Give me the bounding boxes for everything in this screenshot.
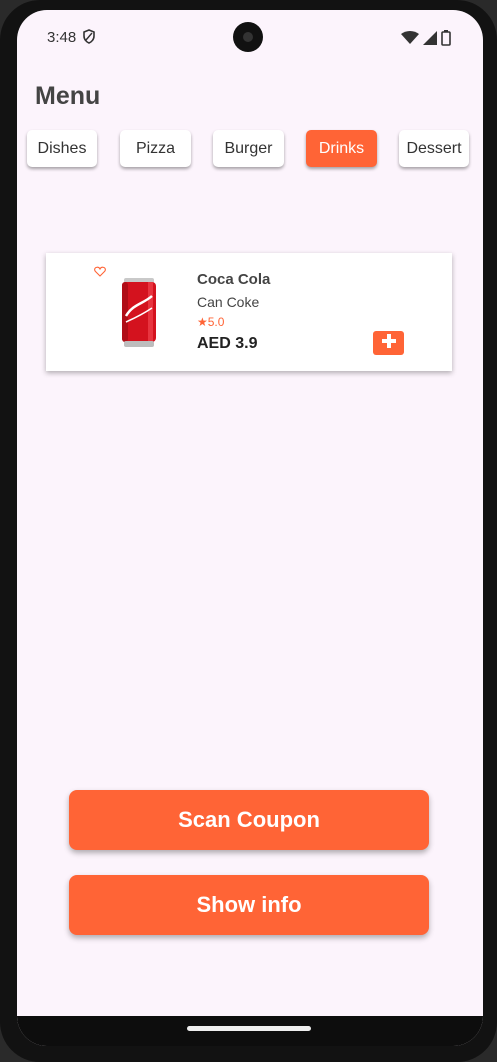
signal-icon xyxy=(423,31,437,50)
item-rating: ★5.0 xyxy=(197,315,225,329)
category-tabs: Dishes Pizza Burger Drinks Dessert xyxy=(17,130,483,170)
home-indicator[interactable] xyxy=(187,1026,311,1031)
tab-pizza[interactable]: Pizza xyxy=(120,130,191,167)
plus-icon xyxy=(381,333,397,354)
shield-icon xyxy=(83,29,95,49)
status-icons xyxy=(401,30,451,51)
show-info-button[interactable]: Show info xyxy=(69,875,429,935)
page-title: Menu xyxy=(35,82,101,110)
heart-outline-icon[interactable] xyxy=(94,264,106,282)
item-price: AED 3.9 xyxy=(197,335,258,352)
app-screen: 3:48 Menu Dishes Pizza Burger Drinks Des… xyxy=(17,10,483,1046)
status-bar: 3:48 xyxy=(17,10,483,66)
item-description: Can Coke xyxy=(197,294,260,310)
tab-dessert[interactable]: Dessert xyxy=(399,130,469,167)
battery-icon xyxy=(441,30,451,51)
front-camera xyxy=(233,22,263,52)
tab-dishes[interactable]: Dishes xyxy=(27,130,97,167)
tab-drinks[interactable]: Drinks xyxy=(306,130,377,167)
menu-item-card[interactable]: Coca Cola Can Coke ★5.0 AED 3.9 xyxy=(46,253,452,371)
wifi-icon xyxy=(401,31,419,50)
item-name: Coca Cola xyxy=(197,271,271,288)
scan-coupon-button[interactable]: Scan Coupon xyxy=(69,790,429,850)
coca-cola-can-image xyxy=(121,278,157,353)
tab-burger[interactable]: Burger xyxy=(213,130,284,167)
status-time: 3:48 xyxy=(47,29,77,46)
phone-frame: 3:48 Menu Dishes Pizza Burger Drinks Des… xyxy=(0,0,497,1062)
navigation-bar xyxy=(17,1016,483,1046)
add-to-cart-button[interactable] xyxy=(373,331,404,355)
